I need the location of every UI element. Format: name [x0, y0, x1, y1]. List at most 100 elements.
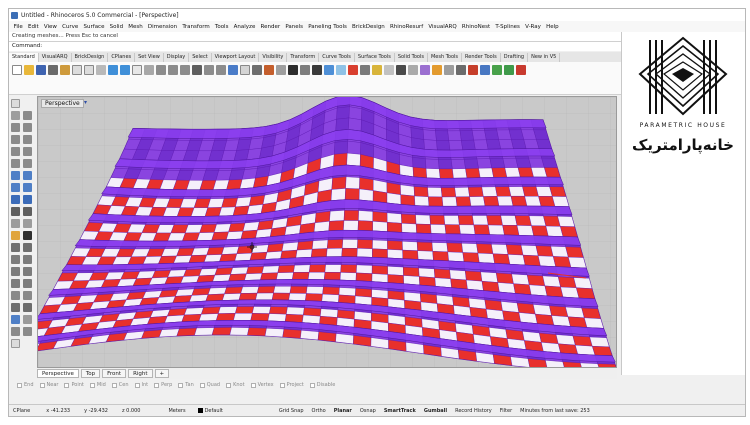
print-icon[interactable]: [48, 65, 58, 75]
menu-view[interactable]: View: [41, 24, 59, 30]
toolbar-tab-viewport-layout[interactable]: Viewport Layout: [212, 53, 260, 62]
select-all-icon[interactable]: [252, 65, 262, 75]
osnap-perp[interactable]: Perp: [154, 382, 172, 388]
menu-help[interactable]: Help: [543, 24, 561, 30]
more-tools-icon[interactable]: [11, 339, 20, 348]
fillet-icon[interactable]: [11, 231, 20, 240]
status-smarttrack[interactable]: SmartTrack: [380, 408, 420, 414]
properties-icon[interactable]: [300, 65, 310, 75]
trim-icon[interactable]: [23, 231, 32, 240]
options-icon[interactable]: [504, 65, 514, 75]
rotate-view-icon[interactable]: [144, 65, 154, 75]
osnap-project[interactable]: Project: [279, 382, 304, 388]
visualarq-icon[interactable]: [444, 65, 454, 75]
menu-file[interactable]: File: [11, 24, 25, 30]
status-cplane[interactable]: CPlane: [9, 408, 34, 414]
edit-points-icon[interactable]: [23, 303, 32, 312]
status-grid-snap[interactable]: Grid Snap: [275, 408, 308, 414]
osnap-end[interactable]: End: [17, 382, 34, 388]
analyze-icon[interactable]: [384, 65, 394, 75]
four-views-icon[interactable]: [228, 65, 238, 75]
rectangle-icon[interactable]: [11, 147, 20, 156]
shade-icon[interactable]: [312, 65, 322, 75]
menu-transform[interactable]: Transform: [180, 24, 213, 30]
help-icon[interactable]: [492, 65, 502, 75]
tsplines-icon[interactable]: [468, 65, 478, 75]
osnap-mid-checkbox[interactable]: [89, 382, 95, 388]
scale-icon[interactable]: [23, 267, 32, 276]
polygon-icon[interactable]: [23, 147, 32, 156]
text-object-icon[interactable]: [11, 219, 20, 228]
toolbar-tab-solid-tools[interactable]: Solid Tools: [395, 53, 428, 62]
toolbar-tab-select[interactable]: Select: [189, 53, 212, 62]
status-gumball[interactable]: Gumball: [420, 408, 451, 414]
osnap-end-checkbox[interactable]: [17, 382, 22, 388]
dimension-tool-icon[interactable]: [23, 219, 32, 228]
make2d-icon[interactable]: [23, 327, 32, 336]
cplane-icon[interactable]: [240, 65, 250, 75]
toolbar-tab-brickdesign[interactable]: BrickDesign: [72, 53, 109, 62]
boolean-icon[interactable]: [11, 315, 20, 324]
toolbar-tab-set-view[interactable]: Set View: [135, 53, 164, 62]
menu-rhinoresurf[interactable]: RhinoResurf: [387, 24, 425, 30]
text-icon[interactable]: [408, 65, 418, 75]
select-arrow-icon[interactable]: [11, 99, 20, 108]
status-planar[interactable]: Planar: [330, 408, 356, 414]
explode-icon[interactable]: [23, 291, 32, 300]
toolbar-tab-mesh-tools[interactable]: Mesh Tools: [428, 53, 463, 62]
close-toolbar-icon[interactable]: [516, 65, 526, 75]
split-icon[interactable]: [11, 243, 20, 252]
move-icon[interactable]: [11, 255, 20, 264]
point-icon[interactable]: [11, 111, 20, 120]
osnap-disable[interactable]: Disable: [309, 382, 335, 388]
toolbar-tab-display[interactable]: Display: [164, 53, 190, 62]
box-icon[interactable]: [11, 195, 20, 204]
osnap-cen[interactable]: Cen: [111, 382, 129, 388]
copy-icon[interactable]: [84, 65, 94, 75]
menu-paneling-tools[interactable]: Paneling Tools: [306, 24, 350, 30]
menu-analyze[interactable]: Analyze: [231, 24, 258, 30]
extrude-icon[interactable]: [11, 183, 20, 192]
undo-view-icon[interactable]: [216, 65, 226, 75]
surface-icon[interactable]: [11, 171, 20, 180]
osnap-quad[interactable]: Quad: [199, 382, 220, 388]
status-units[interactable]: Meters: [164, 408, 189, 414]
brick-icon[interactable]: [432, 65, 442, 75]
osnap-knot[interactable]: Knot: [226, 382, 245, 388]
analysis-icon[interactable]: [23, 315, 32, 324]
zoom-extents-icon[interactable]: [180, 65, 190, 75]
status-ortho[interactable]: Ortho: [308, 408, 330, 414]
paste-icon[interactable]: [96, 65, 106, 75]
zoom-window-icon[interactable]: [168, 65, 178, 75]
pan-icon[interactable]: [132, 65, 142, 75]
viewport-tab-perspective[interactable]: Perspective: [37, 369, 79, 378]
viewport-tab-top[interactable]: Top: [80, 369, 101, 378]
polyline-icon[interactable]: [11, 123, 20, 132]
menu-rhinonest[interactable]: RhinoNest: [459, 24, 492, 30]
toolbar-tab-new-in-v5[interactable]: New in V5: [528, 53, 561, 62]
sphere-icon[interactable]: [23, 195, 32, 204]
revolve-icon[interactable]: [23, 183, 32, 192]
lights-icon[interactable]: [360, 65, 370, 75]
dimension-icon[interactable]: [396, 65, 406, 75]
add-viewport-tab-button[interactable]: +: [154, 369, 170, 378]
layer-icon[interactable]: [288, 65, 298, 75]
osnap-near-checkbox[interactable]: [39, 382, 45, 388]
menu-brickdesign[interactable]: BrickDesign: [349, 24, 387, 30]
menu-v-ray[interactable]: V-Ray: [523, 24, 544, 30]
toolbar-tab-cplanes[interactable]: CPlanes: [108, 53, 136, 62]
rotate-icon[interactable]: [11, 267, 20, 276]
menu-mesh[interactable]: Mesh: [126, 24, 146, 30]
viewport-tab-right[interactable]: Right: [128, 369, 153, 378]
osnap-disable-checkbox[interactable]: [309, 382, 315, 388]
ellipse-icon[interactable]: [23, 135, 32, 144]
osnap-quad-checkbox[interactable]: [199, 382, 205, 388]
osnap-perp-checkbox[interactable]: [154, 382, 160, 388]
toolbar-tab-transform[interactable]: Transform: [287, 53, 320, 62]
osnap-knot-checkbox[interactable]: [226, 382, 232, 388]
osnap-cen-checkbox[interactable]: [111, 382, 117, 388]
osnap-tan-checkbox[interactable]: [178, 382, 184, 388]
sun-icon[interactable]: [372, 65, 382, 75]
osnap-tan[interactable]: Tan: [178, 382, 194, 388]
status-layer[interactable]: Default: [194, 408, 227, 414]
